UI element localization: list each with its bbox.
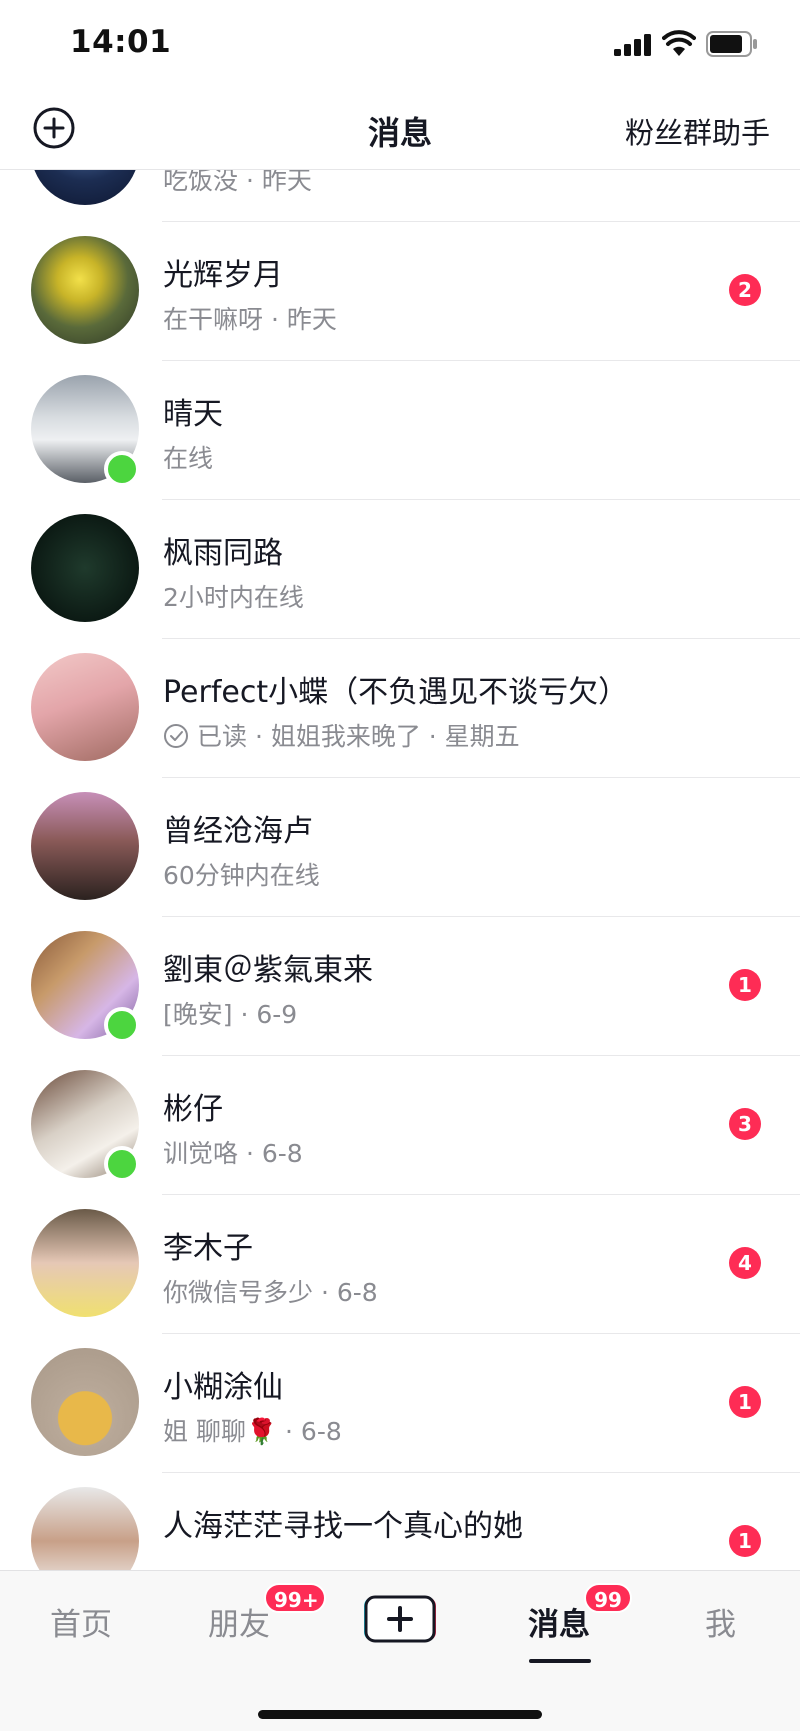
create-plus-button[interactable]	[362, 1593, 438, 1645]
unread-badge: 4	[729, 1247, 761, 1279]
fan-group-assistant-link[interactable]: 粉丝群助手	[625, 110, 770, 152]
conversation-preview: 你微信号多少 · 6-8	[163, 1273, 378, 1309]
avatar[interactable]	[31, 1487, 139, 1570]
conversation-name: 小糊涂仙	[163, 1370, 283, 1405]
conversation-row[interactable]: 晴天 在线	[0, 361, 800, 500]
conversation-name: Perfect小蝶（不负遇见不谈亏欠）	[163, 675, 629, 710]
preview-text: 你微信号多少 · 6-8	[163, 1278, 378, 1307]
conversation-list[interactable]: 吃饭没 · 昨天1光辉岁月在干嘛呀 · 昨天2晴天在线枫雨同路2小时内在线Per…	[0, 170, 800, 1570]
preview-text: [晚安] · 6-9	[163, 1000, 298, 1029]
conversation-name: 人海茫茫寻找一个真心的她	[163, 1509, 523, 1544]
preview-text: 60分钟内在线	[163, 861, 320, 890]
conversation-preview: 在干嘛呀 · 昨天	[163, 300, 337, 336]
preview-text: 训觉咯 · 6-8	[163, 1139, 303, 1168]
online-status-dot	[104, 451, 140, 487]
battery-icon	[706, 31, 757, 57]
conversation-row[interactable]: 小糊涂仙姐 聊聊🌹 · 6-8 1	[0, 1334, 800, 1473]
conversation-name: 李木子	[163, 1231, 253, 1266]
status-bar: 14:01	[0, 0, 800, 90]
nav-home[interactable]: 首页	[50, 1599, 112, 1644]
avatar[interactable]	[31, 170, 139, 205]
bottom-nav: 首页 朋友 99+ 消息 99 我	[0, 1570, 800, 1731]
conversation-row[interactable]: 光辉岁月在干嘛呀 · 昨天 2	[0, 222, 800, 361]
online-status-dot	[104, 1007, 140, 1043]
conversation-row[interactable]: Perfect小蝶（不负遇见不谈亏欠） 已读 · 姐姐我来晚了 · 星期五	[0, 639, 800, 778]
conversation-row[interactable]: 枫雨同路 2小时内在线	[0, 500, 800, 639]
conversation-preview: [晚安] · 6-9	[163, 995, 297, 1031]
wifi-icon	[662, 30, 696, 56]
conversation-preview: 姐 聊聊🌹 · 6-8	[163, 1412, 342, 1448]
read-check-icon	[164, 724, 188, 748]
unread-badge: 3	[729, 1108, 761, 1140]
unread-badge: 2	[729, 274, 761, 306]
friends-badge: 99+	[264, 1583, 326, 1613]
nav-friends[interactable]: 朋友	[208, 1599, 270, 1644]
avatar[interactable]	[31, 514, 139, 622]
unread-badge: 1	[729, 969, 761, 1001]
conversation-preview: 训觉咯 · 6-8	[163, 1134, 303, 1170]
nav-messages[interactable]: 消息	[528, 1599, 590, 1644]
status-time: 14:01	[70, 24, 172, 60]
active-tab-indicator	[529, 1659, 591, 1663]
preview-text: 2小时内在线	[163, 583, 304, 612]
conversation-name: 光辉岁月	[163, 258, 283, 293]
conversation-row[interactable]: 吃饭没 · 昨天1	[0, 170, 800, 222]
conversation-row[interactable]: 曾经沧海卢 60分钟内在线	[0, 778, 800, 917]
avatar[interactable]	[31, 653, 139, 761]
conversation-preview: 60分钟内在线	[163, 856, 320, 892]
conversation-name: 彬仔	[163, 1092, 223, 1127]
conversation-preview: 吃饭没 · 昨天	[163, 170, 312, 197]
conversation-name: 枫雨同路	[163, 536, 283, 571]
home-indicator	[258, 1710, 542, 1719]
avatar[interactable]	[31, 1348, 139, 1456]
preview-text: 吃饭没 · 昨天	[163, 170, 312, 195]
unread-badge: 1	[729, 1386, 761, 1418]
nav-me[interactable]: 我	[705, 1599, 736, 1644]
conversation-row[interactable]: 李木子你微信号多少 · 6-8 4	[0, 1195, 800, 1334]
avatar[interactable]	[31, 792, 139, 900]
conversation-row[interactable]: 人海茫茫寻找一个真心的她 1	[0, 1473, 800, 1570]
conversation-name: 晴天	[163, 397, 223, 432]
conversation-row[interactable]: 劉東＠紫氣東来 [晚安] · 6-9 1	[0, 917, 800, 1056]
preview-text: 已读 · 姐姐我来晚了 · 星期五	[197, 722, 520, 751]
avatar[interactable]	[31, 236, 139, 344]
conversation-preview: 在线	[163, 439, 213, 475]
conversation-name: 劉東＠紫氣東来	[163, 953, 373, 988]
messages-badge: 99	[584, 1583, 632, 1613]
unread-badge: 1	[729, 1525, 761, 1557]
preview-text: 在线	[163, 444, 214, 473]
header: 消息 粉丝群助手	[0, 90, 800, 170]
cellular-signal-icon	[614, 34, 651, 56]
preview-text: 在干嘛呀 · 昨天	[163, 305, 337, 334]
preview-text: 姐 聊聊🌹 · 6-8	[163, 1417, 342, 1446]
conversation-name: 曾经沧海卢	[163, 814, 313, 849]
conversation-row[interactable]: 彬仔训觉咯 · 6-8 3	[0, 1056, 800, 1195]
avatar[interactable]	[31, 1209, 139, 1317]
online-status-dot	[104, 1146, 140, 1182]
conversation-preview: 已读 · 姐姐我来晚了 · 星期五	[163, 717, 520, 753]
conversation-preview: 2小时内在线	[163, 578, 304, 614]
